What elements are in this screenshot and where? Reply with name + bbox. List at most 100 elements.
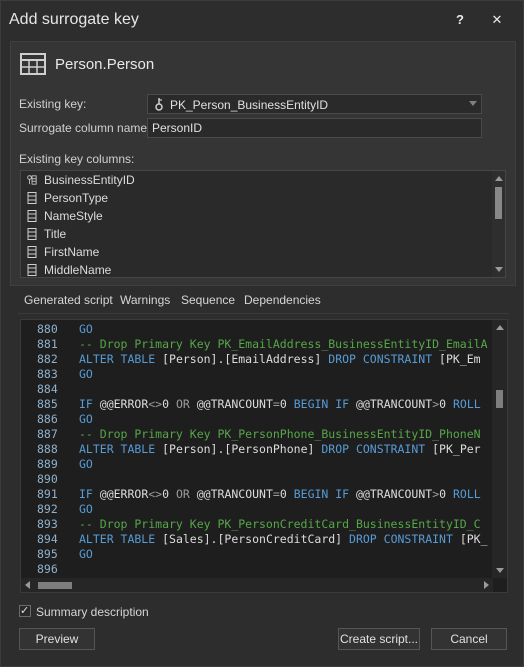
scroll-thumb[interactable]: [496, 390, 503, 408]
summary-description-label[interactable]: Summary description: [36, 605, 149, 619]
line-number: 886: [37, 412, 58, 426]
list-item[interactable]: NameStyle: [27, 207, 487, 225]
code-text: ALTER TABLE [Sales].[PersonCreditCard] D…: [79, 532, 488, 546]
scroll-up-icon[interactable]: [496, 325, 504, 330]
tab-divider: [18, 313, 509, 314]
key-columns-list[interactable]: BusinessEntityID PersonType NameStyle Ti…: [20, 170, 506, 278]
tab-dependencies[interactable]: Dependencies: [244, 293, 321, 307]
code-line: 889 GO: [21, 456, 491, 471]
code-text: IF @@ERROR<>0 OR @@TRANCOUNT=0 BEGIN IF …: [79, 397, 481, 411]
line-number: 887: [37, 427, 58, 441]
summary-description-checkbox[interactable]: [19, 604, 31, 617]
code-text: ALTER TABLE [Person].[PersonPhone] DROP …: [79, 442, 481, 456]
line-number: 881: [37, 337, 58, 351]
editor-horizontal-scrollbar[interactable]: [21, 578, 493, 592]
chevron-down-icon[interactable]: [469, 101, 477, 106]
scroll-down-icon[interactable]: [495, 267, 503, 272]
code-line: 880 GO: [21, 321, 491, 336]
code-text: -- Drop Primary Key PK_PersonCreditCard_…: [79, 517, 481, 531]
preview-button[interactable]: Preview: [19, 628, 95, 650]
cancel-button[interactable]: Cancel: [431, 628, 507, 650]
code-text: GO: [79, 502, 93, 516]
code-line: 894 ALTER TABLE [Sales].[PersonCreditCard…: [21, 531, 491, 546]
line-number: 885: [37, 397, 58, 411]
scroll-thumb[interactable]: [38, 582, 72, 589]
line-number: 883: [37, 367, 58, 381]
column-name: PersonType: [44, 191, 109, 205]
existing-key-label: Existing key:: [19, 97, 87, 111]
code-line: 893 -- Drop Primary Key PK_PersonCreditCa…: [21, 516, 491, 531]
line-number: 894: [37, 532, 58, 546]
code-line: 892 GO: [21, 501, 491, 516]
code-text: ALTER TABLE [Person].[EmailAddress] DROP…: [79, 352, 481, 366]
tab-generated-script[interactable]: Generated script: [24, 293, 113, 307]
code-text: GO: [79, 457, 93, 471]
editor-vertical-scrollbar[interactable]: [492, 320, 507, 578]
code-text: GO: [79, 367, 93, 381]
scroll-down-icon[interactable]: [496, 568, 504, 573]
column-icon: [27, 264, 37, 276]
table-name: Person.Person: [55, 56, 155, 73]
window-title: Add surrogate key: [9, 11, 139, 28]
column-icon: [27, 246, 37, 258]
code-line: 890: [21, 471, 491, 486]
code-text: GO: [79, 412, 93, 426]
column-name: Title: [44, 227, 67, 241]
column-name: NameStyle: [44, 209, 103, 223]
column-icon: [27, 228, 37, 240]
scroll-right-icon[interactable]: [484, 581, 489, 589]
column-name: MiddleName: [44, 263, 112, 277]
surrogate-column-label: Surrogate column name:: [19, 121, 151, 135]
help-button[interactable]: ?: [450, 11, 470, 29]
key-icon: [155, 98, 163, 111]
key-column-icon: [27, 175, 37, 185]
title-bar: Add surrogate key ? ✕: [1, 1, 523, 39]
list-item[interactable]: Title: [27, 225, 487, 243]
code-line: 887 -- Drop Primary Key PK_PersonPhone_Bu…: [21, 426, 491, 441]
line-number: 895: [37, 547, 58, 561]
line-number: 890: [37, 472, 58, 486]
list-scrollbar[interactable]: [492, 171, 505, 277]
code-line: 891 IF @@ERROR<>0 OR @@TRANCOUNT=0 BEGIN …: [21, 486, 491, 501]
column-name: BusinessEntityID: [44, 173, 135, 187]
code-line: 896: [21, 561, 491, 576]
code-line: 895 GO: [21, 546, 491, 561]
create-script-button[interactable]: Create script...: [338, 628, 420, 650]
line-number: 882: [37, 352, 58, 366]
code-line: 888 ALTER TABLE [Person].[PersonPhone] DR…: [21, 441, 491, 456]
list-item[interactable]: MiddleName: [27, 261, 487, 277]
line-number: 889: [37, 457, 58, 471]
scroll-up-icon[interactable]: [495, 176, 503, 181]
close-button[interactable]: ✕: [487, 11, 507, 29]
code-text: IF @@ERROR<>0 OR @@TRANCOUNT=0 BEGIN IF …: [79, 487, 481, 501]
script-editor[interactable]: 880 GO 881 -- Drop Primary Key PK_EmailAddr…: [20, 319, 508, 593]
code-line: 881 -- Drop Primary Key PK_EmailAddress_B…: [21, 336, 491, 351]
dialog-window: Add surrogate key ? ✕ Person.Person Exis…: [0, 0, 524, 667]
existing-key-dropdown[interactable]: PK_Person_BusinessEntityID: [147, 94, 482, 114]
table-icon: [20, 53, 46, 75]
line-number: 891: [37, 487, 58, 501]
tab-warnings[interactable]: Warnings: [120, 293, 170, 307]
line-number: 880: [37, 322, 58, 336]
column-icon: [27, 192, 37, 204]
tab-sequence[interactable]: Sequence: [181, 293, 235, 307]
surrogate-column-field[interactable]: [147, 118, 482, 138]
code-text: -- Drop Primary Key PK_PersonPhone_Busin…: [79, 427, 481, 441]
list-item[interactable]: FirstName: [27, 243, 487, 261]
existing-key-columns-label: Existing key columns:: [19, 152, 135, 166]
code-text: GO: [79, 322, 93, 336]
scroll-left-icon[interactable]: [25, 581, 30, 589]
list-item[interactable]: BusinessEntityID: [27, 171, 487, 189]
key-settings-panel: Person.Person Existing key: PK_Person_Bu…: [10, 41, 516, 286]
code-text: GO: [79, 547, 93, 561]
column-name: FirstName: [44, 245, 100, 259]
line-number: 888: [37, 442, 58, 456]
code-text: -- Drop Primary Key PK_EmailAddress_Busi…: [79, 337, 488, 351]
list-item[interactable]: PersonType: [27, 189, 487, 207]
line-number: 893: [37, 517, 58, 531]
line-number: 884: [37, 382, 58, 396]
code-line: 882 ALTER TABLE [Person].[EmailAddress] D…: [21, 351, 491, 366]
scroll-thumb[interactable]: [495, 187, 502, 219]
surrogate-column-input[interactable]: [148, 119, 481, 137]
code-line: 886 GO: [21, 411, 491, 426]
